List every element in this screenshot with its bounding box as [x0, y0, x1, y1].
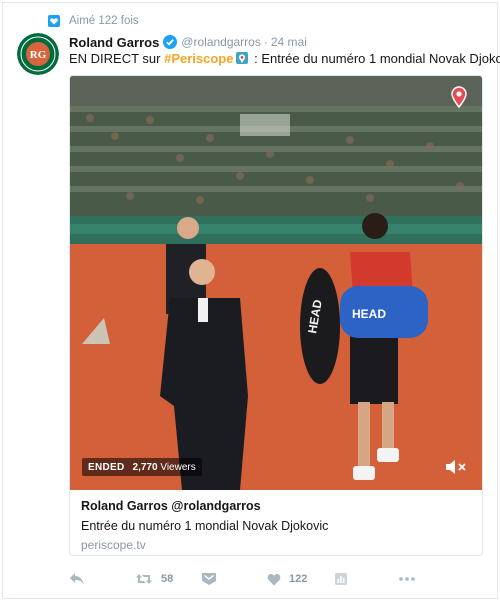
liked-count-text: Aimé 122 fois — [69, 15, 139, 27]
like-count: 122 — [289, 573, 308, 585]
analytics-button[interactable] — [335, 569, 347, 589]
like-button[interactable]: 122 — [267, 569, 307, 589]
dm-button[interactable] — [201, 569, 217, 589]
ended-badge: ENDED 2,770 Viewers — [82, 458, 202, 476]
video-frame-image: HEAD HEAD — [70, 76, 482, 490]
card-title: Roland Garros @rolandgarros — [81, 499, 261, 513]
video-player[interactable]: HEAD HEAD ENDED 2,770 Viewers — [70, 76, 482, 490]
social-context: Aimé 122 fois — [47, 13, 139, 29]
svg-text:RG: RG — [30, 49, 47, 61]
tweet-header: Roland Garros @rolandgarros · 24 mai — [69, 33, 307, 51]
card-domain: periscope.tv — [81, 538, 146, 552]
viewer-count-number: 2,770 — [132, 461, 158, 473]
tweet-text-prefix: EN DIRECT sur — [69, 51, 165, 66]
periscope-icon — [236, 52, 249, 64]
retweet-icon — [136, 574, 152, 584]
hashtag-link[interactable]: #Periscope — [164, 51, 233, 66]
author-name[interactable]: Roland Garros — [69, 35, 159, 50]
more-button[interactable] — [399, 569, 415, 589]
viewer-count-label: Viewers — [157, 461, 196, 473]
author-handle[interactable]: @rolandgarros — [181, 35, 261, 49]
card-info[interactable]: Roland Garros @rolandgarros Entrée du nu… — [70, 490, 482, 555]
media-card[interactable]: HEAD HEAD ENDED 2,770 Viewers Roland Gar… — [69, 75, 483, 556]
tweet-text: EN DIRECT sur #Periscope : Entrée du num… — [69, 51, 500, 67]
more-icon — [399, 577, 415, 581]
tweet-text-suffix: : Entrée du numéro 1 mondial Novak Djoko… — [250, 51, 500, 66]
analytics-icon — [335, 573, 347, 585]
dm-icon — [202, 573, 216, 585]
heart-icon — [267, 573, 281, 585]
broadcast-status: ENDED — [88, 461, 125, 473]
svg-text:HEAD: HEAD — [352, 307, 386, 321]
verified-icon — [163, 35, 178, 49]
card-description: Entrée du numéro 1 mondial Novak Djokovi… — [81, 519, 329, 533]
retweet-button[interactable]: 58 — [135, 569, 173, 589]
reply-icon — [70, 573, 84, 585]
viewer-count: 2,770 Viewers — [133, 462, 196, 473]
location-pin-icon — [450, 86, 468, 109]
tweet-date[interactable]: 24 mai — [271, 35, 307, 49]
retweet-count: 58 — [161, 573, 174, 585]
tweet-actions: 58 122 — [69, 569, 489, 589]
separator: · — [263, 35, 268, 49]
mute-icon[interactable] — [444, 458, 468, 476]
reply-button[interactable] — [69, 569, 85, 589]
avatar[interactable]: RG — [17, 33, 59, 75]
like-badge-icon — [47, 14, 61, 28]
tweet-container: Aimé 122 fois RG Roland Garros @rolandga… — [2, 2, 500, 599]
